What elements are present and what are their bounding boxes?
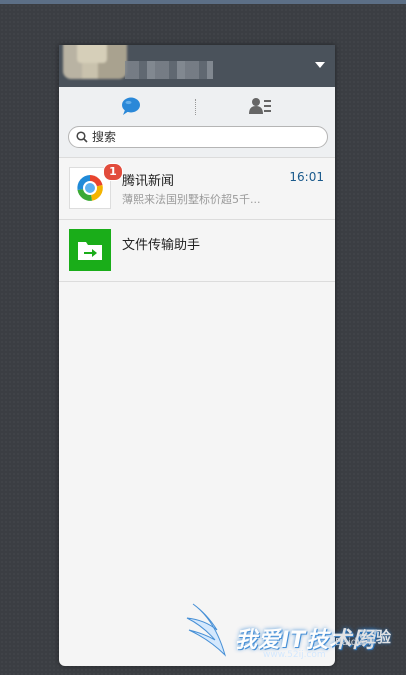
user-name-blurred	[125, 61, 213, 79]
chat-title: 腾讯新闻	[122, 174, 175, 189]
contacts-icon	[249, 98, 271, 114]
chat-time: 16:01	[289, 170, 324, 184]
file-transfer-icon	[69, 229, 111, 271]
chat-bubble-icon	[122, 97, 140, 115]
tab-divider	[195, 99, 196, 115]
top-window-strip	[0, 0, 406, 4]
watermark-baidu: Baidu	[335, 637, 364, 648]
watermark-jingyan: 经验	[361, 628, 392, 646]
chat-preview: 薄熙来法国别墅标价超5千...	[122, 193, 261, 206]
chat-title: 文件传输助手	[122, 238, 201, 253]
tab-contacts[interactable]	[241, 93, 281, 119]
chat-list: 1 腾讯新闻 16:01 薄熙来法国别墅标价超5千... 文件传输助手	[59, 157, 335, 282]
chat-item-tencent-news[interactable]: 1 腾讯新闻 16:01 薄熙来法国别墅标价超5千...	[59, 157, 335, 220]
chevron-down-icon[interactable]	[315, 62, 325, 68]
tab-bar	[59, 87, 335, 125]
search-input[interactable]	[92, 130, 312, 144]
search-box[interactable]	[68, 126, 328, 148]
unread-badge: 1	[103, 163, 123, 181]
chat-item-file-transfer[interactable]: 文件传输助手	[59, 220, 335, 282]
chat-window: 1 腾讯新闻 16:01 薄熙来法国别墅标价超5千... 文件传输助手	[59, 45, 335, 666]
user-avatar-blurred[interactable]	[63, 45, 127, 79]
search-bar	[59, 125, 335, 157]
tab-chats[interactable]	[111, 93, 151, 119]
search-icon	[76, 131, 88, 143]
window-header	[59, 45, 335, 87]
